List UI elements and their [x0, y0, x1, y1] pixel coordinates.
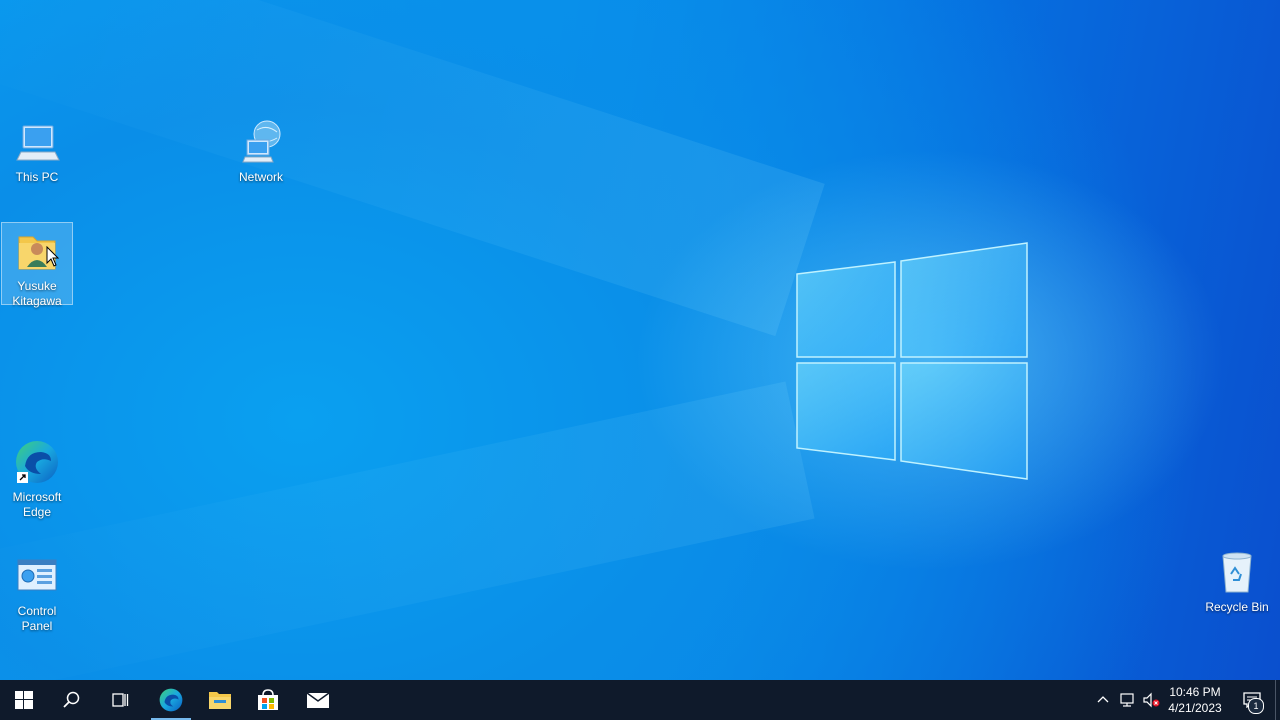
clock-time: 10:46 PM [1169, 685, 1221, 699]
network-status-icon [1120, 693, 1134, 707]
task-view-icon [112, 693, 129, 707]
notification-count-badge: 1 [1248, 698, 1264, 714]
task-view-button[interactable] [96, 680, 144, 720]
desktop-icon-label: Network [238, 170, 283, 184]
taskbar-edge-button[interactable] [147, 680, 195, 720]
chevron-up-icon [1097, 696, 1109, 703]
desktop-icon-network[interactable]: Network [225, 114, 297, 184]
edge-icon [16, 441, 58, 483]
taskbar-store-button[interactable] [244, 680, 292, 720]
recycle-bin-icon [1222, 552, 1252, 593]
desktop-icon-control-panel[interactable]: Control Panel [1, 548, 73, 633]
light-beam-decoration [0, 0, 825, 337]
show-hidden-icons-button[interactable] [1091, 680, 1115, 720]
show-desktop-button[interactable] [1275, 680, 1280, 720]
search-icon [63, 691, 80, 708]
desktop-icon-this-pc[interactable]: This PC [1, 114, 73, 184]
desktop-icon-user-folder[interactable]: Yusuke Kitagawa [1, 222, 73, 308]
network-status-button[interactable] [1115, 680, 1139, 720]
edge-icon [159, 688, 183, 712]
mail-icon [306, 692, 330, 708]
desktop-icon-recycle-bin[interactable]: Recycle Bin [1201, 544, 1273, 614]
store-icon [258, 689, 278, 710]
desktop-icon-label: Recycle Bin [1205, 600, 1269, 614]
taskbar-file-explorer-button[interactable] [196, 680, 244, 720]
desktop-icon-label: Control Panel [17, 604, 57, 633]
desktop-wallpaper[interactable]: This PC Network Yusuke Kitagawa Microsof… [0, 0, 1280, 680]
clock-button[interactable]: 10:46 PM 4/21/2023 [1162, 680, 1228, 720]
control-panel-icon [17, 559, 57, 591]
desktop-icon-label: This PC [15, 170, 59, 184]
light-beam-decoration [0, 381, 815, 680]
desktop-icon-microsoft-edge[interactable]: Microsoft Edge [1, 434, 73, 520]
volume-muted-icon [1143, 692, 1160, 708]
windows-start-icon [15, 691, 33, 709]
start-button[interactable] [0, 680, 48, 720]
desktop-icon-label: Microsoft Edge [12, 490, 62, 519]
windows-logo-wallpaper [796, 242, 1028, 480]
clock-date: 4/21/2023 [1168, 701, 1222, 715]
network-icon [242, 120, 281, 163]
mouse-pointer-icon [46, 246, 60, 267]
taskbar: 10:46 PM 4/21/2023 1 [0, 680, 1280, 720]
computer-icon [16, 125, 60, 161]
desktop-icon-label: Yusuke Kitagawa [12, 279, 62, 308]
folder-icon [209, 692, 231, 709]
action-center-button[interactable]: 1 [1232, 680, 1272, 720]
search-button[interactable] [48, 680, 96, 720]
taskbar-mail-button[interactable] [294, 680, 342, 720]
volume-button[interactable] [1139, 680, 1163, 720]
